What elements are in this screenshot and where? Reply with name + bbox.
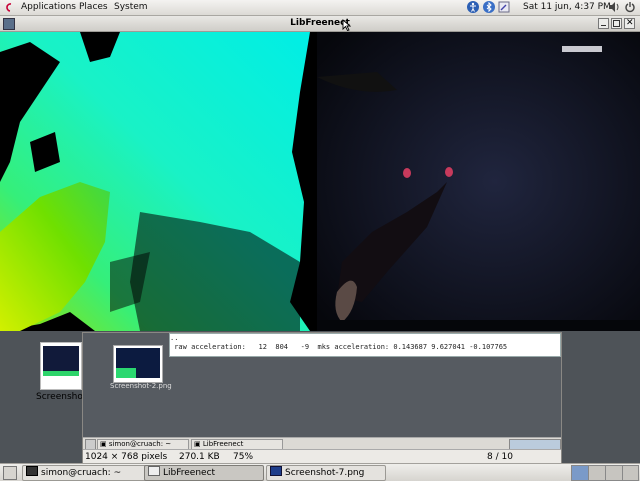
- workspace-switcher[interactable]: [571, 465, 639, 481]
- image-icon: [270, 466, 282, 476]
- window-title: LibFreenect: [290, 18, 350, 28]
- maximize-button[interactable]: [611, 18, 622, 29]
- mouse-cursor-icon: [342, 19, 352, 32]
- edit-icon[interactable]: [498, 1, 510, 13]
- taskbar-item-libfreenect[interactable]: LibFreenect: [144, 465, 264, 481]
- power-icon[interactable]: [624, 1, 636, 13]
- terminal-line: raw acceleration: 12 804 -9 mks accelera…: [170, 343, 508, 351]
- window-icon: [148, 466, 160, 476]
- show-desktop-icon[interactable]: [3, 466, 17, 480]
- status-zoom: 75%: [233, 452, 254, 462]
- rgb-camera-view: [317, 32, 640, 331]
- taskbar-item-label: LibFreenect: [163, 468, 216, 478]
- volume-icon[interactable]: [608, 1, 620, 13]
- status-filesize: 270.1 KB: [179, 452, 220, 462]
- menu-applications[interactable]: Applications: [21, 1, 76, 14]
- window-titlebar[interactable]: LibFreenect ✕: [0, 16, 640, 32]
- accessibility-icon[interactable]: [467, 1, 479, 13]
- image-viewer-window[interactable]: .. raw acceleration: 12 804 -9 mks accel…: [82, 332, 562, 464]
- inner-task-terminal-label: simon@cruach: ~: [108, 440, 172, 448]
- inner-terminal-snippet: .. raw acceleration: 12 804 -9 mks accel…: [169, 333, 561, 357]
- viewer-statusbar: 1024 × 768 pixels 270.1 KB 75% 8 / 10: [83, 449, 561, 464]
- clock[interactable]: Sat 11 jun, 4:37 PM: [523, 1, 611, 14]
- minimize-button[interactable]: [598, 18, 609, 29]
- viewer-canvas: .. raw acceleration: 12 804 -9 mks accel…: [83, 333, 561, 437]
- thumbnail-label[interactable]: Screenshot-2.png: [110, 382, 172, 390]
- taskbar-item-label: simon@cruach: ~: [41, 468, 122, 478]
- status-dimensions: 1024 × 768 pixels: [85, 452, 168, 462]
- taskbar-item-screenshot[interactable]: Screenshot-7.png: [266, 465, 386, 481]
- bluetooth-icon[interactable]: [483, 1, 495, 13]
- terminal-line: ..: [170, 334, 179, 342]
- menu-places[interactable]: Places: [79, 1, 108, 14]
- inner-task-libfreenect-label: LibFreenect: [202, 440, 244, 448]
- close-button[interactable]: ✕: [624, 18, 635, 29]
- thumbnail-icon[interactable]: [113, 345, 163, 383]
- debian-logo-icon[interactable]: [3, 1, 15, 13]
- top-panel: Applications Places System Sat 11 jun, 4…: [0, 0, 640, 16]
- taskbar-item-terminal[interactable]: simon@cruach: ~: [22, 465, 152, 481]
- terminal-icon: [26, 466, 38, 476]
- desktop-file-label[interactable]: Screensho: [36, 392, 83, 402]
- status-index: 8 / 10: [487, 452, 513, 462]
- bottom-panel: simon@cruach: ~ LibFreenect Screenshot-7…: [0, 463, 640, 481]
- menu-system[interactable]: System: [114, 1, 148, 14]
- depth-view: [0, 32, 317, 331]
- desktop-file-icon[interactable]: [40, 342, 82, 390]
- taskbar-item-label: Screenshot-7.png: [285, 468, 365, 478]
